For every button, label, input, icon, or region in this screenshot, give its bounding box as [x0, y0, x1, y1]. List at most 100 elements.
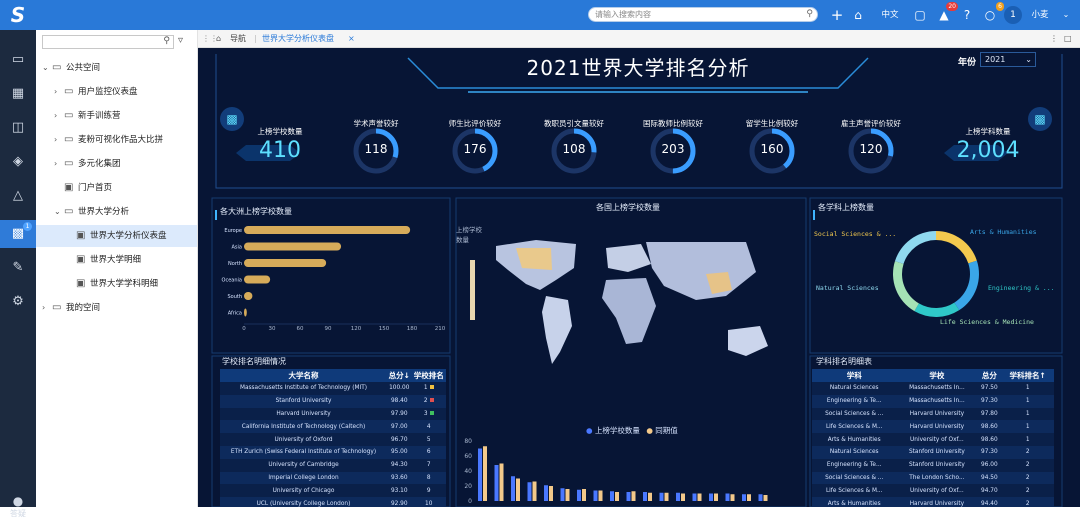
table-row[interactable]: Natural Sciences Massachusetts In... 97.50… — [812, 382, 1054, 395]
tree-item[interactable]: › ▭ 用户监控仪表盘 — [36, 81, 197, 103]
table-row[interactable]: Social Sciences & ... Harvard University 9… — [812, 407, 1054, 421]
tab-active[interactable]: 世界大学分析仪表盘 — [262, 30, 334, 48]
table-header[interactable]: 学校排名 — [411, 369, 446, 382]
message-icon[interactable]: ○ 6 — [983, 2, 1004, 24]
continent-bar — [244, 308, 247, 317]
table-row[interactable]: Natural Sciences Stanford University 97.30… — [812, 445, 1054, 459]
table-row[interactable]: Life Sciences & M... Harvard University 98… — [812, 420, 1054, 434]
search-icon[interactable]: ⚲ — [806, 8, 813, 21]
table-row[interactable]: Harvard University 97.90 3 — [220, 407, 446, 421]
table-row[interactable]: Engineering & Te... Stanford University 96… — [812, 458, 1054, 472]
flask-icon[interactable]: △ — [8, 186, 28, 206]
brush-icon[interactable]: ✎ — [8, 258, 28, 278]
table-cell: ETH Zurich (Swiss Federal Institute of T… — [220, 445, 387, 459]
table-cell: 5 — [411, 433, 446, 446]
table-row[interactable]: Stanford University 98.40 2 — [220, 394, 446, 408]
table-header[interactable]: 大学名称 — [220, 369, 387, 382]
tree-item[interactable]: ⌄ ▭ 世界大学分析 — [36, 201, 197, 223]
tree-item-label: 多元化集团 — [78, 159, 121, 169]
bar-count — [758, 494, 763, 501]
tree-item[interactable]: › ▭ 多元化集团 — [36, 153, 197, 175]
x-tick-label: 60 — [297, 326, 304, 332]
table-row[interactable]: California Institute of Technology (Calt… — [220, 420, 446, 434]
bar-count — [577, 489, 581, 501]
table-row[interactable]: Massachusetts Institute of Technology (M… — [220, 382, 446, 395]
search-icon[interactable]: ⚲ — [163, 36, 170, 46]
table-header[interactable]: 学科排名↑ — [1001, 369, 1054, 382]
table-row[interactable]: Life Sciences & M... University of Oxf...… — [812, 484, 1054, 498]
table-row[interactable]: University of Oxford 96.70 5 — [220, 433, 446, 446]
tree-item[interactable]: › ▭ 麦粉可视化作品大比拼 — [36, 129, 197, 151]
chevron-right-icon[interactable]: › — [54, 153, 57, 175]
close-icon[interactable]: × — [348, 30, 355, 48]
lock-icon[interactable]: ▢ — [913, 6, 927, 24]
help-icon[interactable]: ? — [960, 6, 974, 24]
bell-icon[interactable]: ▲ 20 — [937, 2, 958, 24]
chevron-down-icon[interactable]: ⌄ — [1060, 6, 1072, 24]
table-header[interactable]: 学科 — [812, 369, 897, 382]
folder-icon: ▭ — [64, 134, 74, 145]
ring-value: 108 — [562, 142, 586, 156]
home-icon[interactable]: ⌂ — [851, 6, 865, 24]
chevron-down-icon[interactable]: ⌄ — [42, 57, 49, 79]
medal-icon — [429, 410, 434, 415]
chevron-right-icon[interactable]: › — [54, 129, 57, 151]
table-header[interactable]: 总分↓ — [387, 369, 412, 382]
tree-search-input[interactable]: ⚲ — [42, 35, 174, 49]
tab-nav[interactable]: 导航 — [230, 30, 246, 48]
more-icon[interactable]: ⋮ — [1050, 30, 1058, 48]
chevron-right-icon[interactable]: › — [54, 105, 57, 127]
table-row[interactable]: Arts & Humanities University of Oxf... 98.… — [812, 433, 1054, 446]
global-search-input[interactable]: 请输入搜索内容 ⚲ — [588, 7, 818, 22]
table-row[interactable]: ETH Zurich (Swiss Federal Institute of T… — [220, 445, 446, 459]
cell-text: 2 — [1025, 487, 1030, 494]
table-cell: 2 — [411, 394, 446, 408]
table-cell: University of Oxf... — [896, 484, 978, 498]
report-icon: ▣ — [76, 278, 86, 289]
folder-icon: ▭ — [52, 302, 62, 313]
add-icon[interactable]: + — [830, 6, 844, 24]
table-header[interactable]: 总分 — [977, 369, 1002, 382]
cube-icon[interactable]: ◈ — [8, 152, 28, 172]
tree-item-label: 世界大学分析仪表盘 — [90, 231, 167, 241]
chevron-right-icon[interactable]: › — [54, 81, 57, 103]
tree-item[interactable]: ▣ 世界大学分析仪表盘 — [36, 225, 197, 247]
table-row[interactable]: Social Sciences & ... The London Scho... 9… — [812, 471, 1054, 485]
tools-icon[interactable]: ⚙ — [8, 292, 28, 312]
chevron-right-icon[interactable]: › — [42, 297, 45, 319]
app-logo[interactable]: S — [4, 3, 32, 27]
chevron-down-icon[interactable]: ⌄ — [54, 201, 61, 223]
tree-item[interactable]: › ▭ 新手训练营 — [36, 105, 197, 127]
tree-item[interactable]: ▣ 世界大学明细 — [36, 249, 197, 271]
table-row[interactable]: University of Cambridge 94.30 7 — [220, 458, 446, 472]
grid-icon[interactable]: ▦ — [8, 84, 28, 104]
table-row[interactable]: Imperial College London 93.60 8 — [220, 471, 446, 485]
table-row[interactable]: Engineering & Te... Massachusetts In... 97… — [812, 394, 1054, 408]
table-cell: Social Sciences & ... — [812, 407, 897, 421]
tree-item[interactable]: ⌄ ▭ 公共空间 — [36, 57, 197, 79]
tree-item[interactable]: ▣ 门户首页 — [36, 177, 197, 199]
year-select[interactable]: 2021 ⌄ — [980, 52, 1036, 67]
monitor-icon[interactable]: ▭ — [8, 50, 28, 70]
avatar[interactable]: 1 — [1004, 6, 1022, 24]
user-name[interactable]: 小麦 — [1028, 6, 1052, 24]
tree-item[interactable]: ▣ 世界大学学科明细 — [36, 273, 197, 295]
window-icon[interactable]: □ — [1064, 30, 1072, 48]
table-row[interactable]: UCL (University College London) 92.90 10 — [220, 497, 446, 507]
cell-text: 97.00 — [390, 423, 408, 430]
table-header[interactable]: 学校 — [896, 369, 978, 382]
subject-table: 学科 学校 总分 学科排名↑ Natural Sciences Massachusett… — [812, 369, 1054, 507]
database-icon[interactable]: ◫ — [8, 118, 28, 138]
table-row[interactable]: Arts & Humanities Harvard University 94.40… — [812, 497, 1054, 507]
tree-item[interactable]: › ▭ 我的空间 — [36, 297, 197, 319]
home-icon[interactable]: ⌂ — [216, 30, 221, 48]
table-row[interactable]: University of Chicago 93.10 9 — [220, 484, 446, 498]
language-switch[interactable]: 中文 — [879, 6, 901, 24]
bar-prior — [763, 495, 768, 501]
cell-text: Stanford University — [908, 449, 965, 456]
table-cell: 2 — [1001, 445, 1054, 459]
analysis-icon[interactable]: ▩ 1 — [0, 220, 36, 248]
filter-icon[interactable]: ▿ — [178, 35, 183, 46]
table-cell: 1 — [1001, 394, 1054, 408]
cell-text: ETH Zurich (Swiss Federal Institute of T… — [230, 449, 377, 456]
